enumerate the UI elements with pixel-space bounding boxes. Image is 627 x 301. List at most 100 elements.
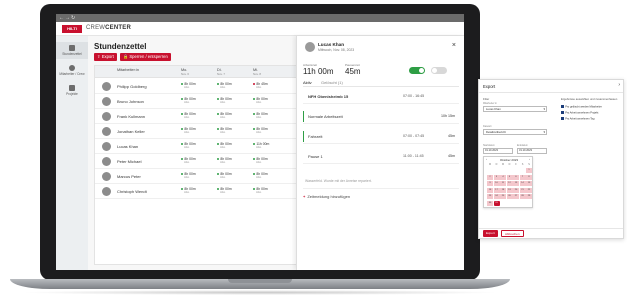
calendar-day[interactable]: 15 <box>526 181 532 186</box>
day-cell[interactable]: 8h 00m Abw. <box>181 127 196 134</box>
break-time-value: 45m <box>345 67 361 76</box>
column-header-wed[interactable]: Mi. Nov. 8 <box>253 68 261 76</box>
time-entry[interactable]: Normale Arbeitszeit 10h 15m <box>303 109 459 124</box>
day-cell[interactable]: 8h 00m Abw. <box>253 187 268 194</box>
day-cell[interactable]: 8h 00m Abw. <box>181 187 196 194</box>
calendar-day[interactable]: 7 <box>519 174 526 180</box>
calendar-day[interactable]: 9 <box>487 181 493 186</box>
hilti-logo[interactable]: HILTI <box>62 25 82 33</box>
calendar-day[interactable]: 17 <box>493 187 500 193</box>
day-cell[interactable]: 8h 00m Abw. <box>253 157 268 164</box>
day-cell[interactable]: 8h 00m Abw. <box>217 127 232 134</box>
toggle-knob <box>432 68 437 73</box>
forward-icon[interactable]: → <box>65 15 70 21</box>
export-confirm-button[interactable]: Export <box>483 230 498 237</box>
day-cell[interactable]: 8h 45m Abw. <box>253 82 268 89</box>
calendar-day[interactable]: 10 <box>493 181 500 186</box>
chevron-down-icon: ▾ <box>543 130 545 134</box>
calendar-day[interactable]: 30 <box>487 200 493 206</box>
date-picker-calendar: ‹ Oktober 2023 › M D M D F S S 1 2 3 4 5 6 7 8 9 10 11 12 1… <box>483 156 533 208</box>
calendar-day[interactable]: 2 <box>487 174 493 180</box>
laptop-shadow <box>20 290 500 295</box>
column-header-employee[interactable]: Mitarbeiter:in <box>117 68 139 72</box>
day-cell[interactable]: 8h 00m Abw. <box>181 142 196 149</box>
calendar-day[interactable]: 27 <box>513 194 519 199</box>
day-cell[interactable]: 11h 00m Abw. <box>253 142 269 149</box>
employee-name: Peter Michael <box>117 159 142 164</box>
option-checkbox-2[interactable]: Pro Arbeit annehmen Projekt <box>561 111 598 114</box>
calendar-day[interactable]: 4 <box>500 174 506 180</box>
calendar-day[interactable]: 14 <box>519 181 526 186</box>
chevron-right-icon[interactable]: › <box>529 157 530 161</box>
calendar-day[interactable]: 6 <box>513 174 519 180</box>
calendar-day[interactable]: 8 <box>526 174 532 180</box>
close-icon[interactable]: × <box>452 42 456 49</box>
day-cell[interactable]: 8h 00m Abw. <box>253 127 268 134</box>
lock-toggle[interactable] <box>431 67 447 74</box>
day-cell[interactable]: 8h 00m Abw. <box>181 97 196 104</box>
calendar-day[interactable]: 22 <box>526 187 532 193</box>
calendar-day[interactable]: 28 <box>519 194 526 199</box>
calendar-day[interactable]: 11 <box>500 181 506 186</box>
calendar-day[interactable]: 13 <box>513 181 519 186</box>
employee-select[interactable]: Lucas Khan ▾ <box>483 106 547 112</box>
day-cell[interactable]: 8h 00m Abw. <box>181 112 196 119</box>
calendar-day[interactable]: 31 <box>493 200 500 206</box>
refresh-icon[interactable]: ↻ <box>71 15 75 21</box>
calendar-day[interactable]: 18 <box>500 187 506 193</box>
weekday-label: D <box>508 163 511 166</box>
day-cell[interactable]: 8h 00m Abw. <box>253 97 268 104</box>
calendar-day[interactable]: 23 <box>487 194 493 199</box>
day-cell[interactable]: 8h 00m Abw. <box>181 172 196 179</box>
calendar-day[interactable]: 21 <box>519 187 526 193</box>
day-cell[interactable]: 8h 00m Abw. <box>217 97 232 104</box>
day-cell[interactable]: 8h 00m Abw. <box>217 187 232 194</box>
sidebar-item-projects[interactable]: Projekte <box>56 82 88 99</box>
column-header-tue[interactable]: Di. Nov. 7 <box>217 68 225 76</box>
day-cell[interactable]: 8h 00m Abw. <box>253 172 268 179</box>
export-button[interactable]: ⇪ Export <box>94 53 117 61</box>
day-cell[interactable]: 8h 00m Abw. <box>181 157 196 164</box>
day-cell[interactable]: 8h 00m Abw. <box>217 82 232 89</box>
avatar <box>102 172 111 181</box>
time-entry[interactable]: Fahrzeit 07:00 - 07:45 45m <box>303 129 459 144</box>
time-entry[interactable]: Pause 1 11:00 - 11:45 45m <box>303 149 459 164</box>
employee-name: Christoph Wendt <box>117 189 147 194</box>
approve-toggle[interactable] <box>409 67 425 74</box>
calendar-day[interactable]: 5 <box>506 174 513 180</box>
start-date-input[interactable]: 01.10.2023 <box>483 148 513 154</box>
day-cell[interactable]: 8h 00m Abw. <box>181 82 196 89</box>
day-cell[interactable]: 8h 00m Abw. <box>217 157 232 164</box>
day-sub: Abw. <box>220 86 226 89</box>
end-date-input[interactable]: 31.10.2023 <box>517 148 547 154</box>
calendar-day[interactable]: 24 <box>493 194 500 199</box>
day-sub: Abw. <box>256 86 262 89</box>
format-select[interactable]: Detailzeitbericht ▾ <box>483 129 547 135</box>
cancel-button[interactable]: Abbrechen <box>501 230 524 237</box>
day-cell[interactable]: 8h 00m Abw. <box>217 112 232 119</box>
calendar-day[interactable]: 16 <box>487 187 493 193</box>
day-cell[interactable]: 8h 00m Abw. <box>217 172 232 179</box>
day-cell[interactable]: 8h 00m Abw. <box>253 112 268 119</box>
lock-unlock-button[interactable]: 🔒 Sperren / entsperren <box>120 53 171 61</box>
option-checkbox-3[interactable]: Pro Arbeit annehmen Tag <box>561 117 594 120</box>
entry-label: Normale Arbeitszeit <box>308 114 343 119</box>
calendar-day[interactable]: 20 <box>513 187 519 193</box>
calendar-day[interactable]: 19 <box>506 187 513 193</box>
calendar-day[interactable]: 29 <box>526 194 532 199</box>
sidebar-item-crew[interactable]: Mitarbeiter / Crew <box>56 62 88 79</box>
day-cell[interactable]: 8h 00m Abw. <box>217 142 232 149</box>
column-header-mon[interactable]: Mo. Nov. 6 <box>181 68 189 76</box>
chevron-right-icon[interactable]: › <box>618 82 620 88</box>
calendar-day[interactable]: 25 <box>500 194 506 199</box>
calendar-day[interactable]: 1 <box>526 168 532 173</box>
calendar-day[interactable]: 26 <box>506 194 513 199</box>
add-time-entry-link[interactable]: + Zeitmeldung hinzufügen <box>303 194 350 199</box>
back-icon[interactable]: ← <box>59 15 64 21</box>
time-entry[interactable]: NFH Obenisheimb 15 07:00 - 16:45 <box>303 89 459 104</box>
sidebar-item-timesheets[interactable]: Stundenzettel <box>56 42 88 59</box>
day-sub: Abw. <box>220 191 226 194</box>
calendar-day[interactable]: 3 <box>493 174 500 180</box>
option-checkbox-1[interactable]: Pro gelöscht werden Mitarbeiter <box>561 105 602 108</box>
calendar-day[interactable]: 12 <box>506 181 513 186</box>
